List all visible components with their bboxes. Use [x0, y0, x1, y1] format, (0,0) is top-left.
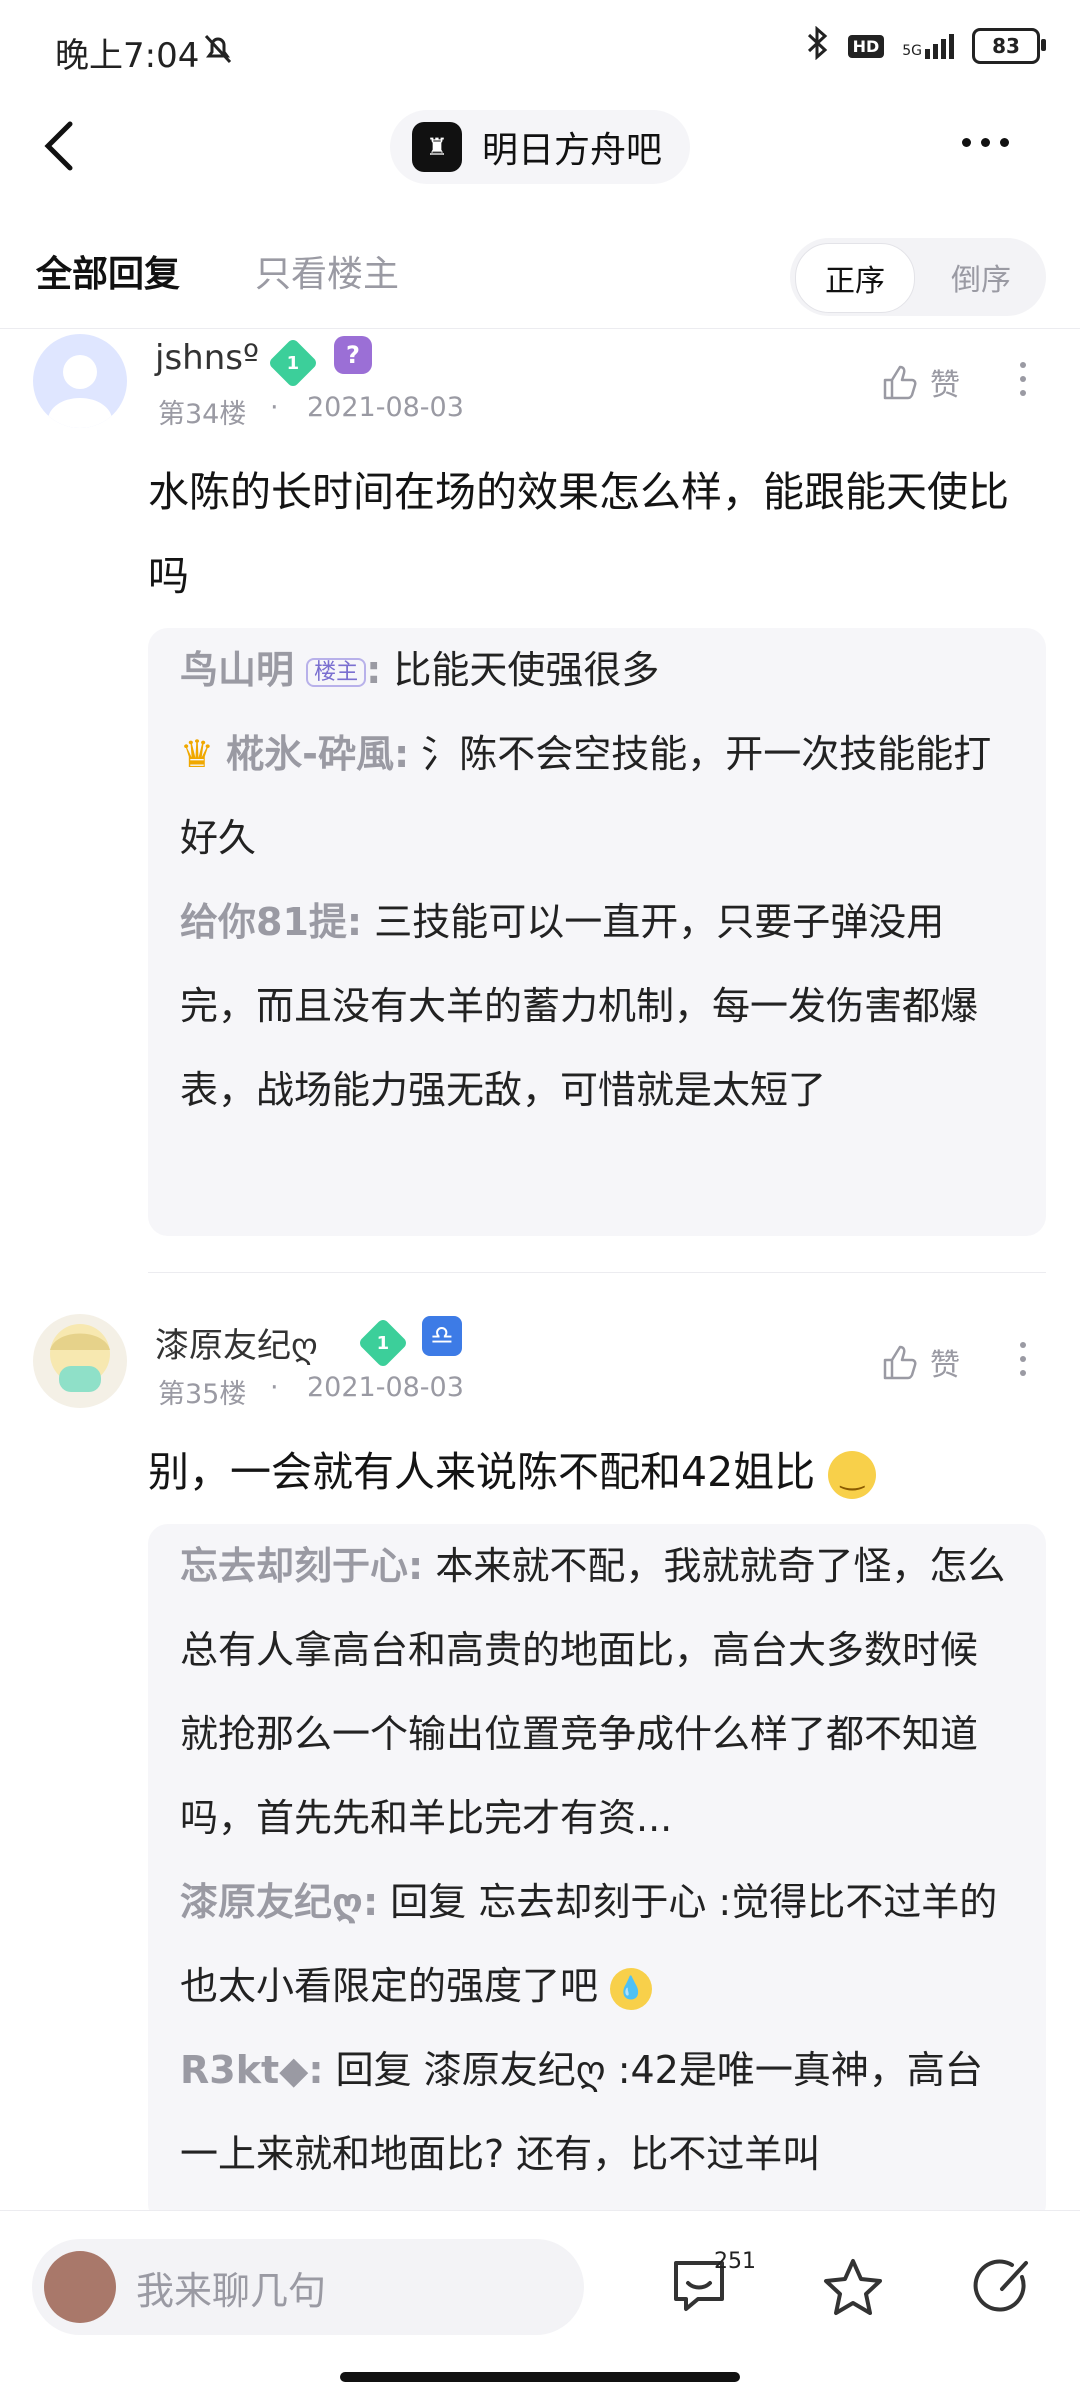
- share-icon: [973, 2259, 1028, 2312]
- thumbs-up-icon: [883, 365, 917, 400]
- like-button[interactable]: 赞: [880, 1340, 960, 1384]
- battery-icon: 83: [972, 28, 1046, 64]
- post-text: 别，一会就有人来说陈不配和42姐比 ‿: [148, 1430, 1028, 1514]
- comment-input[interactable]: 我来聊几句: [32, 2239, 584, 2335]
- tab-op-only[interactable]: 只看楼主: [255, 245, 399, 297]
- username[interactable]: 漆原友纪ღ: [155, 1318, 318, 1367]
- libra-icon: ♎: [422, 1316, 462, 1356]
- smile-emoji-icon: ‿: [828, 1451, 877, 1499]
- floor-number: 第34楼: [158, 399, 247, 430]
- reply-item[interactable]: ♛ 椛氷-砕風: 氵陈不会空技能，开一次技能能打好久: [180, 712, 1014, 880]
- favorite-button[interactable]: [820, 2255, 886, 2325]
- meta-dot: ·: [270, 1372, 279, 1403]
- reply-box[interactable]: 鸟山明 楼主: 比能天使强很多 ♛ 椛氷-砕風: 氵陈不会空技能，开一次技能能打…: [148, 628, 1046, 1236]
- level-badge: 1: [357, 1317, 409, 1369]
- back-button[interactable]: [40, 118, 80, 178]
- reply-item[interactable]: 漆原友纪ღ: 回复 忘去却刻于心 :觉得比不过羊的也太小看限定的强度了吧 💧: [180, 1860, 1014, 2028]
- post-more-button[interactable]: [1016, 1342, 1030, 1376]
- level-badge: 1: [267, 337, 319, 389]
- reply-box[interactable]: 忘去却刻于心: 本来就不配，我就就奇了怪，怎么总有人拿高台和高贵的地面比，高台大…: [148, 1524, 1046, 2224]
- sort-desc-button[interactable]: 倒序: [922, 243, 1040, 311]
- reply-author[interactable]: 漆原友纪ღ: [180, 1880, 363, 1924]
- star-icon: [824, 2259, 882, 2315]
- home-indicator[interactable]: [340, 2372, 740, 2382]
- status-time: 晚上7:04: [55, 36, 200, 76]
- signal-icon: 5G: [902, 33, 954, 59]
- reply-item[interactable]: 鸟山明 楼主: 比能天使强很多: [180, 628, 1014, 715]
- hd-badge: HD: [847, 34, 885, 58]
- thumbs-up-icon: [883, 1345, 917, 1380]
- forum-title-pill[interactable]: ♜ 明日方舟吧: [390, 110, 690, 184]
- like-label: 赞: [930, 1348, 960, 1383]
- share-button[interactable]: [972, 2255, 1034, 2321]
- sort-asc-button[interactable]: 正序: [795, 243, 915, 313]
- post-more-button[interactable]: [1016, 362, 1030, 396]
- reply-author[interactable]: 给你81提: [180, 900, 347, 944]
- comment-count: 251: [714, 2249, 756, 2274]
- medal-badge-icon: ?: [334, 336, 372, 374]
- sort-toggle: 正序 倒序: [790, 238, 1046, 316]
- reply-text: 比能天使强很多: [393, 648, 660, 692]
- forum-logo-icon: ♜: [412, 122, 462, 172]
- floor-number: 第35楼: [158, 1379, 247, 1410]
- tab-all-replies[interactable]: 全部回复: [36, 245, 180, 297]
- post-divider: [148, 1272, 1046, 1273]
- comment-placeholder: 我来聊几句: [136, 2268, 327, 2313]
- crown-icon: ♛: [180, 732, 215, 776]
- post-text: 水陈的长时间在场的效果怎么样，能跟能天使比吗: [148, 468, 1009, 600]
- sweat-emoji-icon: 💧: [610, 1967, 653, 2010]
- post-date: 2021-08-03: [307, 392, 464, 423]
- op-badge: 楼主: [306, 657, 367, 687]
- reply-text: 本来就不配，我就就奇了怪，怎么总有人拿高台和高贵的地面比，高台大多数时候就抢那么…: [180, 1544, 1006, 1840]
- like-button[interactable]: 赞: [880, 360, 960, 404]
- reply-item[interactable]: R3kt◆: 回复 漆原友纪ღ :42是唯一真神，高台一上来就和地面比? 还有，…: [180, 2028, 1014, 2196]
- bluetooth-icon: [804, 25, 830, 66]
- avatar[interactable]: [33, 1314, 127, 1408]
- reply-item[interactable]: 给你81提: 三技能可以一直开，只要子弹没用完，而且没有大羊的蓄力机制，每一发伤…: [180, 880, 1014, 1132]
- meta-dot: ·: [270, 392, 279, 423]
- reply-item[interactable]: 忘去却刻于心: 本来就不配，我就就奇了怪，怎么总有人拿高台和高贵的地面比，高台大…: [180, 1524, 1014, 1860]
- reply-author[interactable]: 椛氷-砕風: [226, 732, 394, 776]
- like-label: 赞: [930, 368, 960, 403]
- reply-author[interactable]: 忘去却刻于心: [180, 1544, 408, 1588]
- status-icons: HD 5G 83: [804, 25, 1046, 66]
- more-options-button[interactable]: [962, 138, 1009, 147]
- avatar[interactable]: [33, 334, 127, 428]
- my-avatar: [44, 2251, 116, 2323]
- username[interactable]: jshnsº: [155, 338, 259, 378]
- post-date: 2021-08-03: [307, 1372, 464, 1403]
- tab-divider: [0, 328, 1080, 329]
- reply-author[interactable]: R3kt◆: [180, 2048, 308, 2092]
- mute-bell-icon: [200, 30, 236, 70]
- reply-author[interactable]: 鸟山明: [180, 648, 294, 692]
- forum-name: 明日方舟吧: [482, 130, 663, 171]
